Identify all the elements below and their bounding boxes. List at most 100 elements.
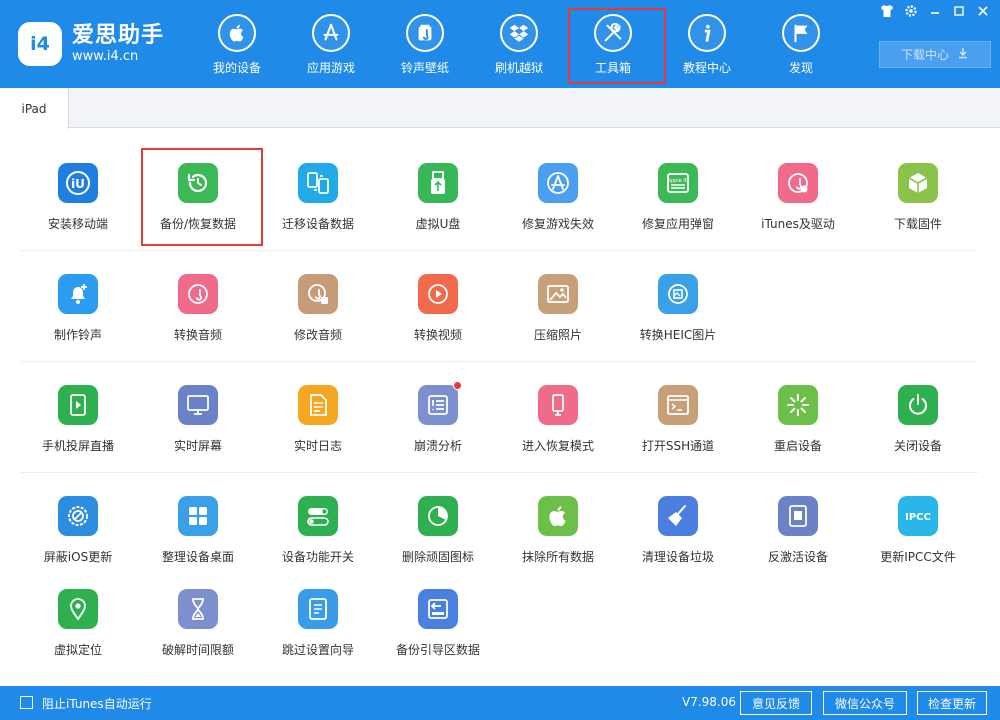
- tool-skip-setup-wizard[interactable]: 跳过设置向导: [258, 566, 378, 666]
- tool-label: 虚拟定位: [53, 643, 102, 657]
- tool-compress-photos[interactable]: 压缩照片: [498, 251, 618, 351]
- itunes-icon: [778, 163, 818, 203]
- tool-label: 抹除所有数据: [521, 550, 594, 564]
- tool-recovery-mode[interactable]: 进入恢复模式: [498, 362, 618, 462]
- tool-clean-junk[interactable]: 清理设备垃圾: [618, 473, 738, 573]
- tool-make-ringtone[interactable]: 制作铃声: [18, 251, 138, 351]
- main-nav: 我的设备 应用游戏 铃声壁纸 刷机越狱 工具箱 教程中心 发现: [190, 0, 848, 88]
- tool-label: 进入恢复模式: [521, 439, 594, 453]
- erase-apple-icon: [538, 496, 578, 536]
- tool-erase-all-data[interactable]: 抹除所有数据: [498, 473, 618, 573]
- close-icon[interactable]: [976, 4, 990, 18]
- app-store-fix-icon: [538, 163, 578, 203]
- tool-update-ipcc[interactable]: IPCC 更新IPCC文件: [858, 473, 978, 573]
- tool-live-log[interactable]: 实时日志: [258, 362, 378, 462]
- tool-crash-analysis[interactable]: 崩溃分析: [378, 362, 498, 462]
- tool-live-screen[interactable]: 实时屏幕: [138, 362, 258, 462]
- download-center-button[interactable]: 下载中心: [879, 41, 991, 68]
- download-center-label: 下载中心: [900, 48, 949, 62]
- tool-ssh-tunnel[interactable]: 打开SSH通道: [618, 362, 738, 462]
- block-itunes-checkbox[interactable]: [20, 696, 33, 709]
- tool-label: 压缩照片: [533, 328, 582, 342]
- tool-row: iU 安装移动端 备份/恢复数据 迁移设备数据 虚拟U盘 修复游戏失效 Appl…: [18, 140, 980, 251]
- svg-text:Apple ID: Apple ID: [667, 178, 688, 184]
- usb-drive-icon: [418, 163, 458, 203]
- tool-deactivate-device[interactable]: 反激活设备: [738, 473, 858, 573]
- tool-fix-games[interactable]: 修复游戏失效: [498, 140, 618, 240]
- tool-restart-device[interactable]: 重启设备: [738, 362, 858, 462]
- tool-migrate-data[interactable]: 迁移设备数据: [258, 140, 378, 240]
- tool-download-firmware[interactable]: 下载固件: [858, 140, 978, 240]
- tool-organize-desktop[interactable]: 整理设备桌面: [138, 473, 258, 573]
- tool-convert-video[interactable]: 转换视频: [378, 251, 498, 351]
- shirt-icon[interactable]: [880, 4, 894, 18]
- tool-label: 跳过设置向导: [281, 643, 354, 657]
- tool-virtual-usb[interactable]: 虚拟U盘: [378, 140, 498, 240]
- pie-icon: [418, 496, 458, 536]
- svg-text:iU: iU: [71, 177, 85, 191]
- tool-block-ios-update[interactable]: 屏蔽iOS更新: [18, 473, 138, 573]
- crash-report-icon: [418, 381, 462, 425]
- music-note-icon: [406, 14, 444, 52]
- tool-label: 破解时间限额: [161, 643, 234, 657]
- nav-label: 发现: [788, 61, 813, 75]
- apple-id-icon: Apple ID: [658, 163, 698, 203]
- tool-shutdown-device[interactable]: 关闭设备: [858, 362, 978, 462]
- tool-delete-stubborn-icons[interactable]: 删除顽固图标: [378, 473, 498, 573]
- tool-label: 转换HEIC图片: [639, 328, 717, 342]
- tool-label: 反激活设备: [767, 550, 828, 564]
- nav-tutorials[interactable]: 教程中心: [660, 0, 754, 88]
- grid-icon: [178, 496, 218, 536]
- nav-discover[interactable]: 发现: [754, 0, 848, 88]
- app-store-icon: [312, 14, 350, 52]
- tab-ipad[interactable]: iPad: [0, 88, 69, 129]
- tool-label: 手机投屏直播: [41, 439, 114, 453]
- tool-fix-app-popup[interactable]: Apple ID 修复应用弹窗: [618, 140, 738, 240]
- wechat-official-button[interactable]: 微信公众号: [823, 691, 907, 715]
- power-icon: [898, 385, 938, 425]
- nav-label: 我的设备: [212, 61, 261, 75]
- tool-label: 实时屏幕: [173, 439, 222, 453]
- tool-convert-audio[interactable]: 转换音频: [138, 251, 258, 351]
- nav-toolbox[interactable]: 工具箱: [566, 0, 666, 88]
- minimize-icon[interactable]: [928, 4, 942, 18]
- tool-label: 制作铃声: [53, 328, 102, 342]
- tool-crack-screen-time[interactable]: 破解时间限额: [138, 566, 258, 666]
- tool-label: 备份引导区数据: [395, 643, 480, 657]
- tool-virtual-location[interactable]: 虚拟定位: [18, 566, 138, 666]
- feedback-button[interactable]: 意见反馈: [740, 691, 812, 715]
- tool-backup-restore[interactable]: 备份/恢复数据: [138, 140, 263, 246]
- migrate-icon: [298, 163, 338, 203]
- tool-edit-audio[interactable]: 修改音频: [258, 251, 378, 351]
- tool-label: 更新IPCC文件: [880, 550, 956, 564]
- broom-icon: [658, 496, 698, 536]
- window-controls: [880, 4, 990, 18]
- tool-label: 下载固件: [893, 217, 942, 231]
- tool-label: 虚拟U盘: [415, 217, 461, 231]
- tool-install-mobile[interactable]: iU 安装移动端: [18, 140, 138, 240]
- check-update-button[interactable]: 检查更新: [917, 691, 987, 715]
- nav-label: 教程中心: [682, 61, 731, 75]
- tool-backup-boot-sector[interactable]: 备份引导区数据: [378, 566, 498, 666]
- tool-label: 转换视频: [413, 328, 462, 342]
- nav-label: 铃声壁纸: [400, 61, 449, 75]
- recovery-mode-icon: [538, 385, 578, 425]
- tool-screen-cast[interactable]: 手机投屏直播: [18, 362, 138, 462]
- tool-convert-heic[interactable]: 转换HEIC图片: [618, 251, 738, 351]
- cube-icon: [898, 163, 938, 203]
- tool-feature-switches[interactable]: 设备功能开关: [258, 473, 378, 573]
- info-icon: [688, 14, 726, 52]
- tool-itunes-driver[interactable]: iTunes及驱动: [738, 140, 858, 240]
- nav-flash-jailbreak[interactable]: 刷机越狱: [472, 0, 566, 88]
- apple-icon: [218, 14, 256, 52]
- backup-restore-icon: [178, 163, 218, 203]
- gear-icon[interactable]: [904, 4, 918, 18]
- deactivate-icon: [778, 496, 818, 536]
- maximize-icon[interactable]: [952, 4, 966, 18]
- ipcc-icon: IPCC: [898, 496, 938, 536]
- nav-apps-games[interactable]: 应用游戏: [284, 0, 378, 88]
- tool-row: 手机投屏直播 实时屏幕 实时日志 崩溃分析 进入恢复模式 打开SSH通道 重启设…: [18, 362, 980, 473]
- tool-label: 清理设备垃圾: [641, 550, 714, 564]
- nav-my-device[interactable]: 我的设备: [190, 0, 284, 88]
- nav-ringtones-wallpapers[interactable]: 铃声壁纸: [378, 0, 472, 88]
